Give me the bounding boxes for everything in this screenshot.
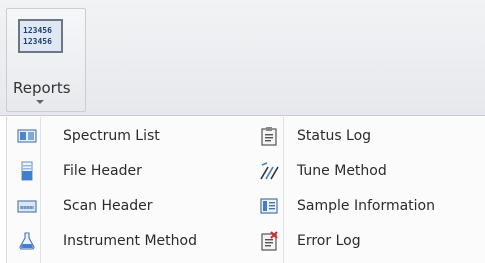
spectrum-list-icon bbox=[17, 129, 37, 143]
menu-item-label: Spectrum List bbox=[63, 128, 160, 144]
menu-item-label: Status Log bbox=[297, 128, 372, 144]
menu-item-label: Error Log bbox=[297, 233, 361, 249]
menu-item-tune-method[interactable]: Tune Method bbox=[259, 156, 479, 186]
menu-item-label: Sample Information bbox=[297, 198, 435, 214]
scan-header-icon bbox=[17, 200, 37, 213]
menu-item-label: Instrument Method bbox=[63, 233, 197, 249]
menu-item-spectrum-list[interactable]: Spectrum List bbox=[17, 121, 237, 151]
sample-information-icon bbox=[260, 198, 278, 214]
instrument-method-icon bbox=[19, 232, 35, 250]
tune-method-icon bbox=[260, 162, 279, 180]
reports-button[interactable]: 123456 123456 Reports bbox=[6, 8, 86, 112]
reports-icon: 123456 123456 bbox=[18, 19, 63, 53]
menu-item-label: File Header bbox=[63, 163, 142, 179]
menu-item-status-log[interactable]: Status Log bbox=[259, 121, 479, 151]
menu-item-sample-information[interactable]: Sample Information bbox=[259, 191, 479, 221]
menu-item-scan-header[interactable]: Scan Header bbox=[17, 191, 237, 221]
error-log-icon bbox=[261, 231, 278, 251]
chevron-down-icon[interactable] bbox=[36, 100, 44, 104]
menu-item-instrument-method[interactable]: Instrument Method bbox=[17, 226, 257, 256]
reports-label: Reports bbox=[13, 79, 71, 97]
status-log-icon bbox=[261, 127, 277, 146]
menu-item-file-header[interactable]: File Header bbox=[17, 156, 237, 186]
menu-item-label: Tune Method bbox=[297, 163, 387, 179]
file-header-icon bbox=[21, 161, 33, 181]
reports-glyph-line-2: 123456 bbox=[23, 37, 52, 46]
reports-glyph-line-1: 123456 bbox=[23, 26, 52, 35]
menu-item-error-log[interactable]: Error Log bbox=[259, 226, 479, 256]
ribbon: 123456 123456 Reports bbox=[0, 0, 485, 116]
menu-item-label: Scan Header bbox=[63, 198, 153, 214]
